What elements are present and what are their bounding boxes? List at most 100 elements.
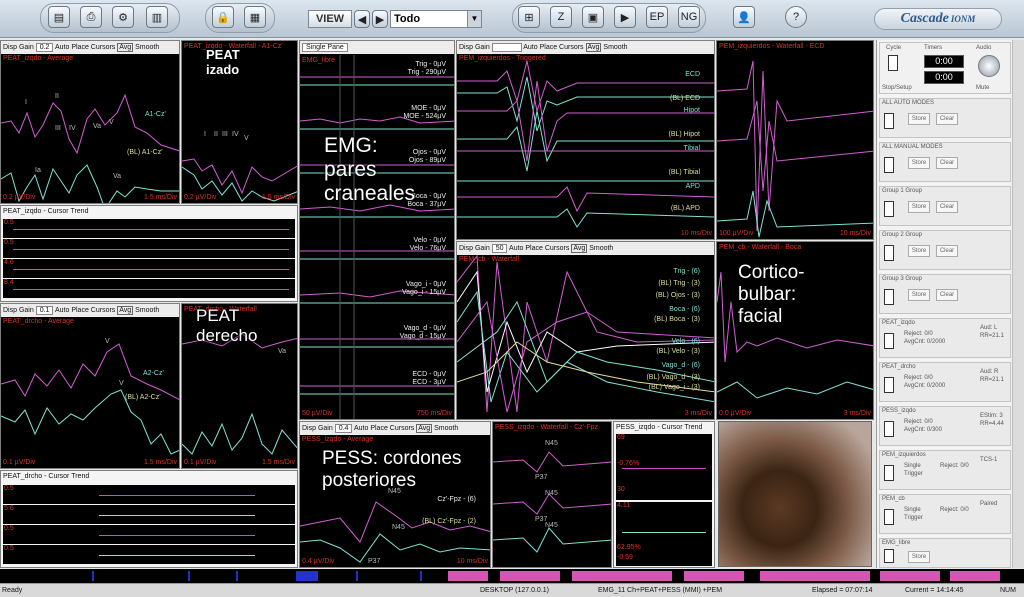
channel-label: Vago_i - 15µV (402, 289, 446, 296)
group-box: PEM_izquierdos Single Trigger Reject: 0/0 TC… (879, 450, 1011, 490)
store-button[interactable]: Store (908, 157, 930, 169)
trace-label: ECD (685, 71, 700, 78)
report-icon[interactable]: ▥ (146, 6, 168, 28)
store-button[interactable]: Store (908, 289, 930, 301)
mode-toggle[interactable] (884, 113, 894, 129)
clear-button[interactable]: Clear (936, 289, 958, 301)
vertical-scale: 0.1 µV/Div (3, 459, 36, 466)
group-toggle[interactable] (884, 421, 894, 437)
montage-icon[interactable]: ▣ (582, 6, 604, 28)
trend-row: 0.5 (3, 545, 295, 564)
vertical-scale: 0.4 µV/Div (302, 558, 335, 565)
peak-marker: Ia (35, 167, 41, 174)
trace-label: Trig - (6) (673, 268, 700, 275)
timer-1[interactable]: 0:00 (924, 55, 964, 68)
acquisition-button-group (512, 3, 706, 33)
ng-icon[interactable]: NG (678, 6, 700, 28)
clear-button[interactable]: Clear (936, 201, 958, 213)
peak-marker: V (105, 338, 110, 345)
peak-marker: Va (113, 173, 122, 180)
pess-izqdo-waterfall-panel: PESS_izqdo - Waterfall - Cz'-Fpz N45 P37… (492, 421, 612, 568)
panel-title: PEAT_drcho - Cursor Trend (3, 473, 90, 480)
store-button[interactable]: Store (908, 201, 930, 213)
volume-knob-icon[interactable] (978, 55, 1000, 77)
user-icon[interactable]: 👤 (733, 6, 755, 28)
app-window: ▤ ⎙ ⚙ ▥ 🔒 ▦ VIEW ◀ ▶ Todo ▼ ⊞ Z ▣ ▶ EP NG… (0, 0, 1024, 597)
clear-button[interactable]: Clear (936, 245, 958, 257)
status-num: NUM (1000, 587, 1016, 594)
group-toggle[interactable] (884, 333, 894, 349)
pem-cortico-bulbar-panel: Disp Gain 50 Auto Place Cursors Avg Smoo… (456, 241, 715, 420)
lock-icon[interactable]: 🔒 (212, 6, 234, 28)
group-toggle[interactable] (884, 465, 894, 481)
vertical-scale: 0.1 µV/Div (184, 459, 217, 466)
toolbar: ▤ ⎙ ⚙ ▥ 🔒 ▦ VIEW ◀ ▶ Todo ▼ ⊞ Z ▣ ▶ EP NG… (0, 0, 1024, 38)
group-box: PEM_cb Single Trigger Reject: 0/0 Paired (879, 494, 1011, 534)
vertical-scale: 0.2 µV/Div (3, 194, 36, 201)
store-button[interactable]: Store (908, 245, 930, 257)
status-current: Current = 14:14:45 (905, 587, 964, 594)
trace-label: (BL) Boca - (3) (654, 316, 700, 323)
view-combo[interactable]: Todo ▼ (390, 10, 482, 28)
peak-marker: N45 (392, 524, 405, 531)
group-toggle[interactable] (884, 549, 894, 563)
mode-toggle[interactable] (884, 245, 894, 261)
view-label[interactable]: VIEW (308, 10, 352, 28)
trace-label: Velo - (6) (671, 338, 700, 345)
stop-setup-button[interactable]: Stop/Setup (882, 85, 912, 91)
peat-drcho-trend-panel: PEAT_drcho - Cursor Trend 0.5 5.6 0.5 0.… (0, 470, 298, 568)
screens-icon[interactable]: ▦ (244, 6, 266, 28)
timer-2[interactable]: 0:00 (924, 71, 964, 84)
event-timeline[interactable] (0, 569, 1024, 583)
help-icon[interactable]: ? (785, 6, 807, 28)
print-icon[interactable]: ⎙ (80, 6, 102, 28)
time-scale: 1.5 ms/Div (261, 459, 295, 466)
trend-row: 0.5 (3, 485, 295, 504)
trace-label: (BL) Hipot (668, 131, 700, 138)
clear-button[interactable]: Clear (936, 157, 958, 169)
status-bar: Ready DESKTOP (127.0.0.1) EMG_11 Ch+PEAT… (0, 583, 1024, 597)
trace-label: (BL) ECD (670, 95, 700, 102)
pess-izqdo-average-panel: Disp Gain 0.4 Auto Place Cursors Avg Smo… (299, 421, 491, 568)
channel-label: Velo - 0µV (413, 237, 446, 244)
z-icon[interactable]: Z (550, 6, 572, 28)
clear-button[interactable]: Clear (936, 113, 958, 125)
mode-toggle[interactable] (884, 157, 894, 173)
peak-marker: N45 (388, 488, 401, 495)
group-box: PESS_izqdo Reject: 0/0 AvgCnt: 0/300 EStim:… (879, 406, 1011, 446)
peak-marker: III (55, 125, 61, 132)
store-button[interactable]: Store (908, 551, 930, 563)
trace-label: Vago_d - (6) (661, 362, 700, 369)
acquire-icon[interactable]: ⊞ (518, 6, 540, 28)
vertical-scale: 0.2 µV/Div (184, 194, 217, 201)
play-icon[interactable]: ▶ (614, 6, 636, 28)
cycle-toggle[interactable] (888, 55, 898, 71)
emg-libre-panel: Single Pane EMG_libre Trig - 0µV Trig - … (299, 40, 455, 420)
group-toggle[interactable] (884, 377, 894, 393)
vertical-scale: 50 µV/Div (302, 410, 333, 417)
vertical-scale: 100 µV/Div (719, 230, 754, 237)
trace-label: (BL) Vago_d - (3) (646, 374, 700, 381)
save-icon[interactable]: ▤ (48, 6, 70, 28)
peak-marker: P37 (368, 558, 381, 565)
trend-row: 69 -0.76% 30 (616, 434, 712, 500)
mode-box: Group 1 Group Store Clear (879, 186, 1011, 226)
prev-view-icon[interactable]: ◀ (354, 10, 370, 28)
channel-label: Vago_d - 0µV (403, 325, 446, 332)
sidebar-scrollbar[interactable] (1012, 40, 1024, 568)
peak-marker: N45 (545, 490, 558, 497)
store-button[interactable]: Store (908, 113, 930, 125)
trace-label: (BL) Cz'-Fpz - (2) (422, 518, 476, 525)
time-scale: 750 ms/Div (416, 410, 452, 417)
next-view-icon[interactable]: ▶ (372, 10, 388, 28)
mute-checkbox[interactable]: Mute (976, 85, 989, 91)
channel-label: ECD - 0µV (412, 371, 446, 378)
group-toggle[interactable] (884, 509, 894, 525)
time-scale: 1.5 ms/Div (143, 459, 177, 466)
peak-marker: IV (232, 131, 239, 138)
mode-toggle[interactable] (884, 201, 894, 217)
ep-icon[interactable]: EP (646, 6, 668, 28)
trend-row: 0.5 (3, 239, 295, 258)
setup-icon[interactable]: ⚙ (112, 6, 134, 28)
mode-toggle[interactable] (884, 289, 894, 305)
